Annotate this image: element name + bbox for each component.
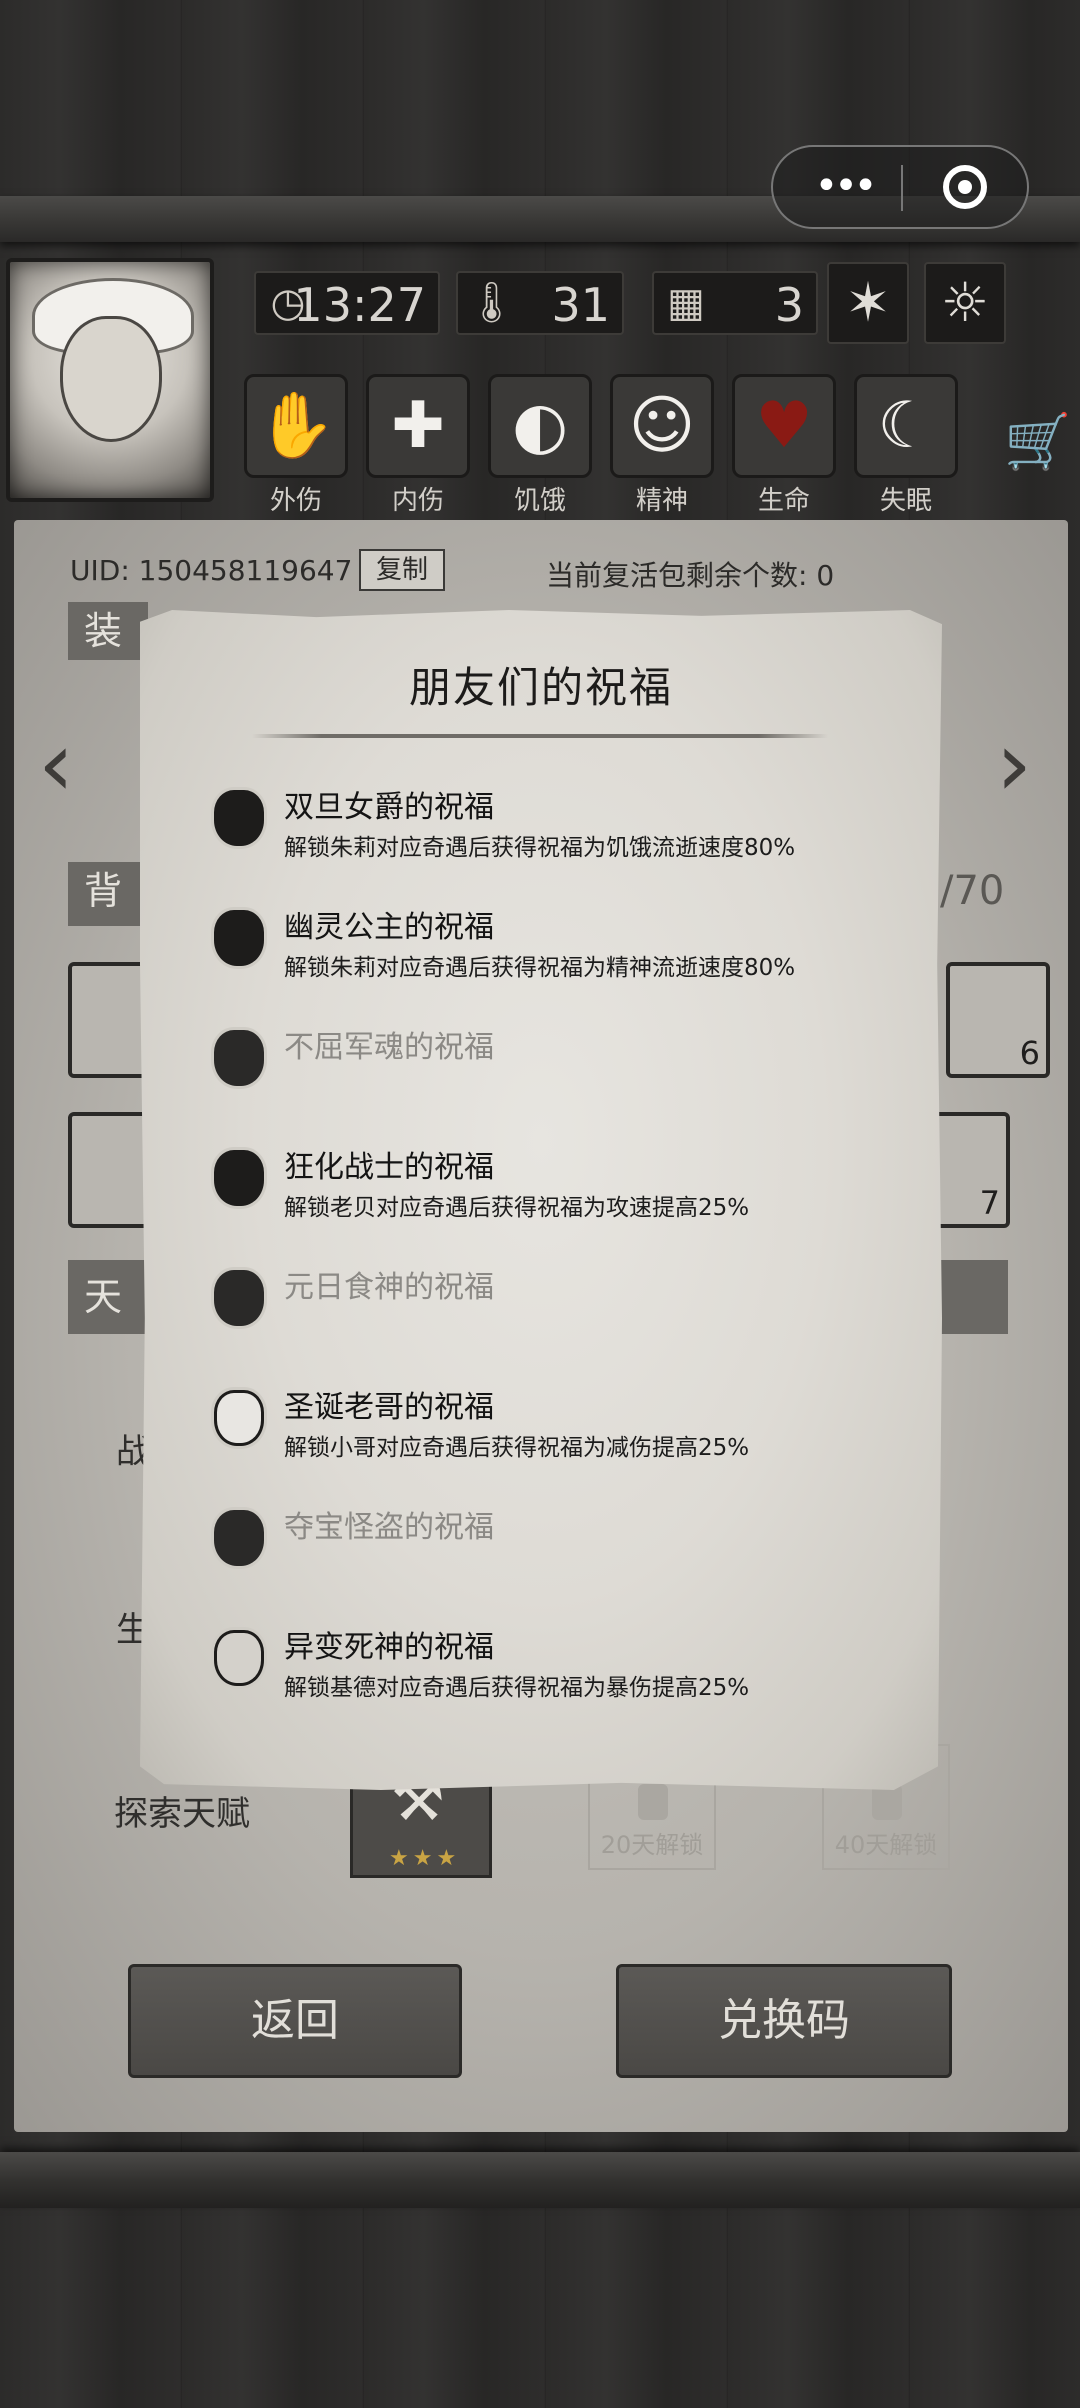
- temperature-value: 31: [551, 278, 610, 332]
- blessings-dialog: 朋友们的祝福 双旦女爵的祝福 解锁朱莉对应奇遇后获得祝福为饥饿流逝速度80% 幽…: [140, 610, 942, 1790]
- stat-label: 内伤: [391, 486, 444, 516]
- temperature-display: 🌡 31: [456, 271, 624, 335]
- duchess-avatar-icon: [214, 790, 264, 846]
- stat-label: 生命: [757, 486, 810, 516]
- day-value: 3: [774, 278, 804, 332]
- blessing-name: 不屈军魂的祝福: [284, 1030, 494, 1065]
- blessing-desc: 解锁朱莉对应奇遇后获得祝福为饥饿流逝速度80%: [284, 835, 796, 861]
- cross-icon: ✚: [366, 374, 470, 478]
- sun-icon: ☼: [924, 262, 1006, 344]
- blessing-desc: 解锁小哥对应奇遇后获得祝福为减伤提高25%: [284, 1435, 750, 1461]
- blessing-desc: 解锁老贝对应奇遇后获得祝福为攻速提高25%: [284, 1195, 750, 1221]
- stat-label: 失眠: [879, 486, 932, 516]
- stat-hunger[interactable]: ◐ 饥饿: [488, 374, 596, 516]
- blessing-name: 狂化战士的祝福: [284, 1150, 494, 1185]
- more-icon[interactable]: •••: [809, 166, 879, 207]
- dialog-title: 朋友们的祝福: [408, 663, 673, 712]
- day-display: ▦ 3: [652, 271, 818, 335]
- blessing-name: 夺宝怪盗的祝福: [284, 1510, 494, 1545]
- blessing-item[interactable]: 夺宝怪盗的祝福: [204, 1502, 904, 1606]
- stomach-icon: ◐: [488, 374, 592, 478]
- blessing-item[interactable]: 双旦女爵的祝福 解锁朱莉对应奇遇后获得祝福为饥饿流逝速度80%: [204, 782, 904, 886]
- moon-icon: ☾: [854, 374, 958, 478]
- blessing-item[interactable]: 不屈军魂的祝福: [204, 1022, 904, 1126]
- blessing-item[interactable]: 元日食神的祝福: [204, 1262, 904, 1366]
- thief-avatar-icon: [214, 1510, 264, 1566]
- shop-cart-icon[interactable]: 🛒: [1004, 410, 1071, 474]
- stat-insomnia[interactable]: ☾ 失眠: [854, 374, 962, 516]
- blessing-item[interactable]: 异变死神的祝福 解锁基德对应奇遇后获得祝福为暴伤提高25%: [204, 1622, 904, 1726]
- blessing-name: 异变死神的祝福: [284, 1630, 494, 1665]
- blessing-name: 双旦女爵的祝福: [284, 790, 494, 825]
- head-icon: ☺: [610, 374, 714, 478]
- character-portrait[interactable]: [6, 258, 214, 502]
- ghost-princess-avatar-icon: [214, 910, 264, 966]
- close-target-icon[interactable]: [943, 165, 987, 209]
- stat-label: 饥饿: [513, 486, 566, 516]
- hand-icon: ✋: [244, 374, 348, 478]
- chef-avatar-icon: [214, 1270, 264, 1326]
- bottom-rail: [0, 2152, 1080, 2208]
- blessing-name: 元日食神的祝福: [284, 1270, 494, 1305]
- stat-label: 外伤: [269, 486, 322, 516]
- stat-spirit[interactable]: ☺ 精神: [610, 374, 718, 516]
- stat-internal-injury[interactable]: ✚ 内伤: [366, 374, 474, 516]
- blessing-desc: 解锁朱莉对应奇遇后获得祝福为精神流逝速度80%: [284, 955, 796, 981]
- title-divider: [252, 734, 828, 738]
- blessing-item[interactable]: 圣诞老哥的祝福 解锁小哥对应奇遇后获得祝福为减伤提高25%: [204, 1382, 904, 1486]
- miniprogram-capsule: •••: [771, 145, 1029, 229]
- calendar-icon: ▦: [667, 280, 705, 326]
- capsule-divider: [901, 165, 903, 211]
- blessing-item[interactable]: 幽灵公主的祝福 解锁朱莉对应奇遇后获得祝福为精神流逝速度80%: [204, 902, 904, 1006]
- thermometer-icon: 🌡: [466, 280, 517, 326]
- berserker-avatar-icon: [214, 1150, 264, 1206]
- blessing-item[interactable]: 狂化战士的祝福 解锁老贝对应奇遇后获得祝福为攻速提高25%: [204, 1142, 904, 1246]
- stat-life[interactable]: ♥ 生命: [732, 374, 840, 516]
- stat-label: 精神: [635, 486, 688, 516]
- leaf-icon: ✶: [827, 262, 909, 344]
- soldier-avatar-icon: [214, 1030, 264, 1086]
- character-face: [60, 316, 162, 442]
- reaper-avatar-icon: [214, 1630, 264, 1686]
- clock-display: ◷ 13:27: [254, 271, 440, 335]
- heart-icon: ♥: [732, 374, 836, 478]
- santa-avatar-icon: [214, 1390, 264, 1446]
- blessing-name: 幽灵公主的祝福: [284, 910, 494, 945]
- blessing-desc: 解锁基德对应奇遇后获得祝福为暴伤提高25%: [284, 1675, 750, 1701]
- stat-external-injury[interactable]: ✋ 外伤: [244, 374, 352, 516]
- blessing-name: 圣诞老哥的祝福: [284, 1390, 494, 1425]
- time-value: 13:27: [293, 278, 426, 332]
